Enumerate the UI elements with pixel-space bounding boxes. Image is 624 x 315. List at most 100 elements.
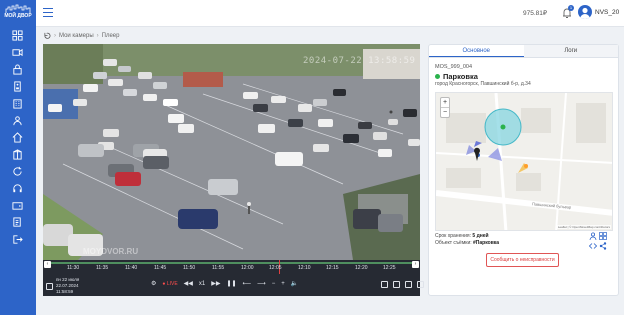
zoom-out-button[interactable]: −: [272, 281, 276, 287]
headset-icon: [12, 184, 22, 193]
dashboard-icon: [11, 30, 23, 41]
camera-info-panel: Основное Логи MOS_999_004 Парковка город…: [428, 44, 619, 296]
package-icon: [12, 149, 22, 160]
map-attribution[interactable]: Leaflet | © OpenStreetMap contributors: [556, 225, 611, 229]
status-indicator-icon: [435, 74, 440, 79]
back-arrow-icon[interactable]: [44, 32, 51, 39]
sidebar-item-buildings[interactable]: [10, 98, 24, 109]
download-icon[interactable]: [405, 281, 412, 288]
camera-location-map[interactable]: + − Павшинский бульвар Leaflet | © OpenS…: [435, 92, 613, 231]
tab-logs[interactable]: Логи: [523, 45, 618, 57]
sidebar-item-users[interactable]: [10, 115, 24, 126]
object-label: Объект съёмки:: [435, 240, 474, 246]
live-label: LIVE: [166, 280, 178, 287]
seek-back-button[interactable]: ⟵: [243, 280, 252, 287]
sidebar-item-support[interactable]: [10, 183, 24, 194]
video-watermark: MOYDVOR.RU: [83, 247, 139, 256]
timeline-tick-label: 11:40: [125, 265, 138, 271]
logo-skyline-icon: [5, 4, 31, 13]
player-controls: пн 22 июля 22.07.2024 11:58:59 ⚙ ● LIVE …: [43, 274, 424, 296]
grid-view-icon[interactable]: [599, 232, 607, 240]
timeline-tick-label: 12:00: [241, 265, 254, 271]
menu-toggle-icon[interactable]: [43, 8, 53, 18]
storage-period: Срок хранения: 5 дней: [435, 233, 489, 239]
sidebar-item-payments[interactable]: [10, 200, 24, 211]
seek-forward-button[interactable]: ⟶: [257, 280, 266, 287]
sidebar-item-cameras[interactable]: [10, 47, 24, 58]
map-tiles: [436, 93, 612, 230]
date-picker[interactable]: пн 22 июля 22.07.2024 11:58:59: [46, 277, 79, 295]
breadcrumb: › Мои камеры › Плеер: [44, 32, 119, 39]
map-zoom-in-button[interactable]: +: [441, 98, 449, 107]
timeline-tick-label: 12:25: [383, 265, 396, 271]
sidebar-item-homes[interactable]: [10, 132, 24, 143]
camera-video-feed[interactable]: 2024-07-22 13:58:59 MOYDVOR.RU: [43, 44, 420, 260]
fullscreen-icon[interactable]: [417, 281, 424, 288]
wallet-icon: [11, 202, 23, 210]
timeline-tick-label: 11:30: [67, 265, 80, 271]
timeline-tick-label: 11:50: [183, 265, 196, 271]
object-value: #Парковка: [473, 240, 500, 246]
notification-badge: 1: [568, 5, 574, 11]
timeline-tick-label: 11:35: [96, 265, 109, 271]
panel-tabs: Основное Логи: [429, 45, 618, 58]
calendar-icon: [46, 282, 53, 290]
building-icon: [12, 99, 22, 109]
tab-main[interactable]: Основное: [429, 45, 524, 57]
sidebar-item-documents[interactable]: [10, 217, 24, 228]
documents-icon: [12, 217, 21, 227]
info-icon[interactable]: [381, 281, 388, 288]
shooting-object: Объект съёмки: #Парковка: [435, 240, 499, 246]
embed-code-icon[interactable]: [589, 242, 597, 250]
timeline-next-button[interactable]: ›: [412, 261, 419, 268]
sidebar-item-logout[interactable]: [10, 234, 24, 245]
pause-button[interactable]: ❚❚: [226, 280, 236, 287]
user-icon: [580, 7, 590, 19]
logout-icon: [12, 235, 23, 244]
timeline-prev-button[interactable]: ‹: [44, 261, 51, 268]
app-logo[interactable]: МОЙ ДВОР: [2, 4, 34, 20]
top-bar: 975.81₽ 1 NVS_20: [36, 0, 624, 27]
timeline-tick-label: 11:45: [154, 265, 167, 271]
zoom-in-button[interactable]: +: [281, 281, 285, 287]
map-zoom-control: + −: [440, 97, 450, 118]
settings-icon[interactable]: ⚙: [151, 280, 156, 287]
camera-address: город Красногорск, Павшинский б-р, д.34: [435, 81, 531, 87]
speed-button[interactable]: x1: [199, 281, 205, 287]
report-issue-button[interactable]: Сообщить о неисправности: [486, 253, 559, 267]
sidebar-item-packages[interactable]: [10, 149, 24, 160]
user-access-icon[interactable]: [589, 232, 597, 240]
account-balance: 975.81₽: [523, 10, 548, 17]
sidebar-item-dashboard[interactable]: [10, 30, 24, 41]
timeline-tick-label: 12:20: [355, 265, 368, 271]
timeline-tick-label: 12:05: [269, 265, 282, 271]
camera-name: Парковка: [443, 72, 478, 81]
panel-actions: [589, 232, 611, 250]
avatar[interactable]: [578, 5, 592, 19]
breadcrumb-player: Плеер: [101, 32, 120, 39]
sidebar-item-intercom[interactable]: [10, 81, 24, 92]
map-zoom-out-button[interactable]: −: [441, 107, 449, 117]
screenshot-icon[interactable]: [393, 281, 400, 288]
timeline-tick-label: 12:15: [326, 265, 339, 271]
camera-title: Парковка: [435, 72, 478, 81]
sidebar-item-updates[interactable]: [10, 166, 24, 177]
camera-id: MOS_999_004: [435, 64, 472, 70]
lock-icon: [12, 64, 22, 75]
recording-availability-bar: [51, 262, 412, 264]
share-icon[interactable]: [599, 242, 607, 250]
house-icon: [12, 132, 22, 143]
timeline-tick-label: 11:55: [212, 265, 225, 271]
users-icon: [12, 116, 22, 126]
volume-icon[interactable]: 🔈: [291, 280, 298, 287]
intercom-icon: [13, 81, 21, 92]
live-button[interactable]: ● LIVE: [162, 281, 177, 287]
logo-text: МОЙ ДВОР: [4, 13, 32, 19]
breadcrumb-my-cameras[interactable]: Мои камеры: [59, 33, 94, 39]
next-frame-button[interactable]: ▶▶: [211, 280, 220, 287]
playback-time: 11:58:59: [56, 289, 74, 294]
username[interactable]: NVS_20: [595, 9, 619, 16]
sidebar-item-access[interactable]: [10, 64, 24, 75]
previous-frame-button[interactable]: ◀◀: [184, 280, 193, 287]
playback-timeline[interactable]: ‹ › 11:30 11:35 11:40 11:45 11:50 11:55 …: [43, 260, 420, 274]
